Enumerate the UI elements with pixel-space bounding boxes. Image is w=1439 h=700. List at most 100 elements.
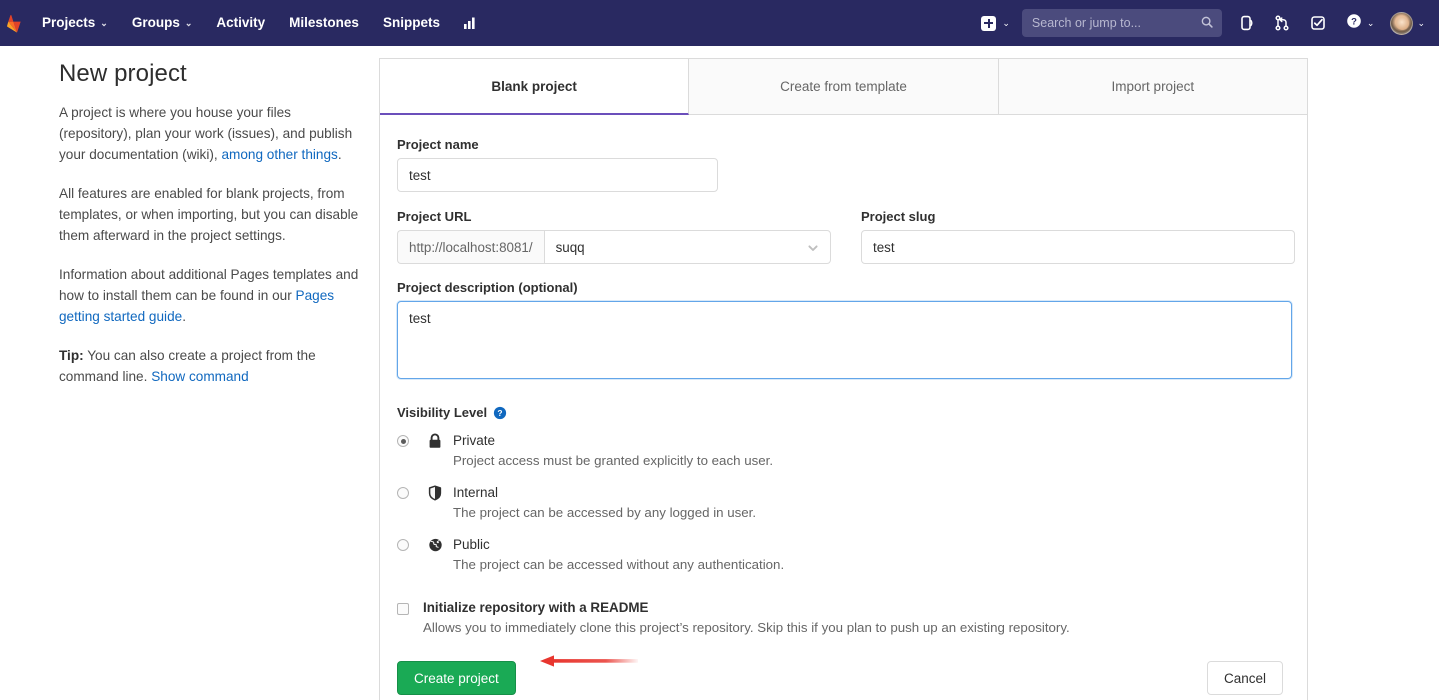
project-name-label: Project name: [397, 137, 479, 152]
project-description-textarea[interactable]: test: [397, 301, 1292, 379]
sidebar-paragraph-1-text-b: .: [337, 147, 342, 162]
plus-square-icon: [981, 15, 997, 31]
project-url-field: Project URL http://localhost:8081/ suqq: [397, 209, 831, 264]
show-command-link[interactable]: Show command: [151, 369, 248, 384]
visibility-level-label: Visibility Level ?: [397, 405, 1283, 420]
navbar-right-actions: ⌄ Search or jump to... ? ⌄ ⌄: [971, 0, 1439, 46]
page-title: New project: [59, 60, 187, 87]
tab-import-project[interactable]: Import project: [998, 59, 1307, 115]
nav-link-projects[interactable]: Projects ⌄: [30, 0, 120, 46]
visibility-internal-body: Internal The project can be accessed by …: [453, 484, 756, 523]
todos-icon[interactable]: [1300, 0, 1336, 46]
visibility-private-name: Private: [453, 433, 496, 448]
project-namespace-value: suqq: [555, 239, 585, 255]
chevron-down-icon: ⌄: [1002, 17, 1010, 28]
merge-requests-icon[interactable]: [1264, 0, 1300, 46]
question-circle-icon[interactable]: ?: [493, 406, 507, 420]
nav-link-milestones[interactable]: Milestones: [277, 0, 371, 46]
search-icon: [1200, 15, 1214, 34]
url-and-slug-row: Project URL http://localhost:8081/ suqq: [397, 209, 1295, 264]
project-description-label: Project description (optional): [397, 280, 578, 295]
nav-link-activity[interactable]: Activity: [204, 0, 277, 46]
sidebar-tip-label: Tip:: [59, 348, 84, 363]
create-project-button[interactable]: Create project: [397, 661, 516, 695]
sidebar-paragraph-2: All features are enabled for blank proje…: [59, 186, 359, 243]
lock-icon: [424, 432, 446, 471]
project-slug-input[interactable]: [861, 230, 1295, 264]
tab-import-project-label: Import project: [1111, 79, 1195, 94]
globe-icon: [424, 536, 446, 575]
initialize-readme-description: Allows you to immediately clone this pro…: [423, 620, 1070, 635]
initialize-readme-row[interactable]: Initialize repository with a README Allo…: [397, 600, 1283, 635]
new-project-form: Project name Project URL http://localhos…: [380, 115, 1307, 695]
visibility-internal-description: The project can be accessed by any logge…: [453, 505, 757, 520]
search-input[interactable]: [1029, 15, 1198, 31]
avatar: [1390, 11, 1414, 35]
project-url-group: http://localhost:8081/ suqq: [397, 230, 831, 264]
chevron-down-icon: ⌄: [184, 18, 193, 28]
nav-link-groups-label: Groups: [131, 15, 180, 30]
visibility-option-public[interactable]: Public The project can be accessed witho…: [397, 536, 1283, 575]
chevron-down-icon: ⌄: [1417, 17, 1425, 28]
top-navbar: Projects ⌄ Groups ⌄ Activity Milestones …: [0, 0, 1439, 46]
visibility-public-body: Public The project can be accessed witho…: [453, 536, 784, 575]
project-description-field: Project description (optional) test: [397, 280, 1292, 384]
project-slug-field: Project slug: [861, 209, 1295, 264]
initialize-readme-body: Initialize repository with a README Allo…: [423, 600, 1070, 635]
visibility-private-description: Project access must be granted explicitl…: [453, 453, 774, 468]
search-box[interactable]: [1021, 9, 1222, 37]
nav-link-activity-label: Activity: [216, 15, 266, 30]
chevron-down-icon: ⌄: [1366, 17, 1375, 28]
project-name-input[interactable]: [397, 158, 718, 192]
visibility-public-description: The project can be accessed without any …: [453, 557, 785, 572]
project-slug-label: Project slug: [861, 209, 936, 224]
sidebar-paragraph-3-text-b: .: [182, 309, 186, 324]
project-name-field: Project name: [397, 137, 1283, 192]
create-new-button[interactable]: ⌄: [971, 0, 1020, 46]
project-type-tabs: Blank project Create from template Impor…: [380, 59, 1307, 115]
nav-link-groups[interactable]: Groups ⌄: [120, 0, 205, 46]
form-actions: Create project Cancel: [397, 655, 1283, 695]
among-other-things-link[interactable]: among other things: [221, 147, 337, 162]
visibility-radio-internal[interactable]: [397, 487, 409, 499]
sidebar-paragraph-1: A project is where you house your files …: [59, 102, 359, 165]
project-url-prefix: http://localhost:8081/: [397, 230, 544, 264]
chevron-down-icon: ⌄: [100, 18, 108, 28]
nav-link-projects-label: Projects: [42, 15, 96, 30]
cancel-button[interactable]: Cancel: [1206, 661, 1283, 695]
tab-create-from-template-label: Create from template: [780, 79, 907, 94]
project-namespace-select[interactable]: suqq: [543, 230, 831, 264]
visibility-private-body: Private Project access must be granted e…: [453, 432, 773, 471]
nav-link-snippets-label: Snippets: [382, 15, 440, 30]
sidebar-tip: Tip: You can also create a project from …: [59, 345, 359, 387]
user-menu-button[interactable]: ⌄: [1384, 11, 1433, 35]
svg-text:?: ?: [498, 408, 503, 418]
tab-create-from-template[interactable]: Create from template: [689, 59, 999, 115]
red-arrow-left-icon: [524, 652, 644, 670]
svg-text:?: ?: [1351, 16, 1357, 27]
help-menu-button[interactable]: ? ⌄: [1336, 0, 1385, 46]
visibility-level-label-text: Visibility Level: [397, 405, 488, 420]
sidebar-paragraph-3: Information about additional Pages templ…: [59, 264, 359, 327]
visibility-radio-public[interactable]: [397, 539, 409, 551]
chevron-down-icon: [807, 242, 819, 257]
new-project-panel: Blank project Create from template Impor…: [379, 58, 1308, 700]
chart-bar-icon[interactable]: [452, 0, 488, 46]
visibility-internal-name: Internal: [453, 485, 499, 500]
initialize-readme-label: Initialize repository with a README: [423, 600, 649, 615]
shield-icon: [424, 484, 446, 523]
initialize-readme-checkbox[interactable]: [397, 603, 409, 615]
gitlab-logo-icon[interactable]: [0, 0, 30, 46]
project-url-label: Project URL: [397, 209, 472, 224]
tab-blank-project[interactable]: Blank project: [380, 59, 690, 115]
nav-link-snippets[interactable]: Snippets: [371, 0, 452, 46]
tab-blank-project-label: Blank project: [491, 78, 577, 94]
visibility-option-internal[interactable]: Internal The project can be accessed by …: [397, 484, 1283, 523]
visibility-public-name: Public: [453, 537, 490, 552]
help-icon: ?: [1346, 13, 1362, 34]
primary-nav-links: Projects ⌄ Groups ⌄ Activity Milestones …: [30, 0, 488, 46]
visibility-option-private[interactable]: Private Project access must be granted e…: [397, 432, 1283, 471]
issues-icon[interactable]: [1228, 0, 1264, 46]
page-sidebar-info: New project A project is where you house…: [59, 60, 359, 405]
visibility-radio-private[interactable]: [397, 435, 409, 447]
